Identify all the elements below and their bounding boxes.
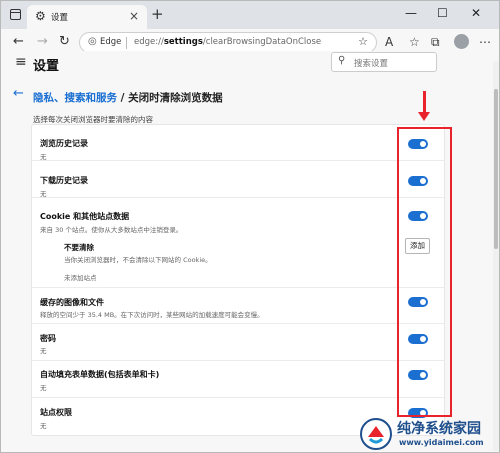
row-desc: 无 xyxy=(40,347,47,355)
gear-icon: ⚙ xyxy=(35,9,46,23)
url-text: edge://settings/clearBrowsingDataOnClose xyxy=(134,37,322,47)
read-aloud-icon[interactable]: A xyxy=(385,35,393,49)
row-browsing-history: 浏览历史记录 无 xyxy=(32,125,444,161)
more-menu-icon[interactable]: ⋯ xyxy=(479,35,491,49)
row-passwords: 密码 无 xyxy=(32,324,444,361)
scrollbar[interactable] xyxy=(493,61,499,451)
new-tab-icon[interactable]: + xyxy=(151,5,164,23)
row-desc: 无 xyxy=(40,422,47,430)
row-title: 浏览历史记录 xyxy=(40,139,88,148)
breadcrumb-separator: / xyxy=(117,92,129,104)
row-autofill: 自动填充表单数据(包括表单和卡) 无 xyxy=(32,361,444,398)
watermark-url: www.yidaimei.com xyxy=(399,438,484,447)
address-divider xyxy=(126,37,127,49)
search-icon: ⚲ xyxy=(338,55,346,66)
close-window-icon[interactable]: ✕ xyxy=(471,6,481,20)
tab-strip: ⚙ 设置 × + — ☐ ✕ xyxy=(1,1,499,29)
page-title: 设置 xyxy=(33,59,60,74)
annotation-box xyxy=(397,127,452,417)
profile-avatar[interactable] xyxy=(454,34,469,49)
row-desc: 无 xyxy=(40,384,47,392)
search-input[interactable]: ⚲ 搜索设置 xyxy=(331,52,437,72)
row-title: 密码 xyxy=(40,334,56,343)
breadcrumb-current: 关闭时清除浏览数据 xyxy=(128,92,223,104)
back-icon[interactable]: ← xyxy=(13,34,24,49)
exceptions-empty: 未添加站点 xyxy=(64,274,97,282)
close-tab-icon[interactable]: × xyxy=(129,9,139,23)
row-desc: 无 xyxy=(40,190,47,198)
refresh-icon[interactable]: ↻ xyxy=(59,34,70,49)
edge-icon: ◎ xyxy=(88,36,97,47)
breadcrumb-parent[interactable]: 隐私、搜索和服务 xyxy=(33,92,117,104)
watermark: 纯净系统家园 www.yidaimei.com xyxy=(359,415,500,453)
row-title: 下载历史记录 xyxy=(40,176,88,185)
maximize-icon[interactable]: ☐ xyxy=(437,6,448,20)
row-cookies: Cookie 和其他站点数据 来自 30 个站点。使你从大多数站点中注销登录。 … xyxy=(32,198,444,288)
row-desc: 无 xyxy=(40,153,47,161)
scrollbar-thumb[interactable] xyxy=(494,89,498,249)
browser-window: ⚙ 设置 × + — ☐ ✕ ← → ↻ ◎ Edge edge://setti… xyxy=(0,0,500,453)
row-download-history: 下载历史记录 无 xyxy=(32,161,444,198)
row-title: 缓存的图像和文件 xyxy=(40,298,104,307)
forward-icon[interactable]: → xyxy=(37,34,48,49)
menu-icon[interactable]: ≡ xyxy=(15,54,27,70)
back-arrow-icon[interactable]: ← xyxy=(13,86,24,101)
address-bar[interactable]: ◎ Edge edge://settings/clearBrowsingData… xyxy=(79,32,377,53)
exceptions-title: 不要清除 xyxy=(64,243,94,252)
watermark-logo-icon xyxy=(360,418,392,450)
row-desc: 来自 30 个站点。使你从大多数站点中注销登录。 xyxy=(40,226,183,234)
row-cached-images: 缓存的图像和文件 释放的空间少于 35.4 MB。在下次访问时，某些网站的加载速… xyxy=(32,288,444,324)
search-placeholder: 搜索设置 xyxy=(354,59,389,69)
settings-header: ≡ 设置 ⚲ 搜索设置 xyxy=(1,51,499,77)
row-title: 站点权限 xyxy=(40,408,72,417)
favorite-star-icon[interactable]: ☆ xyxy=(358,35,368,48)
collections-icon[interactable]: ⧉ xyxy=(431,35,440,50)
row-desc: 释放的空间少于 35.4 MB。在下次访问时，某些网站的加载速度可能会变慢。 xyxy=(40,311,264,319)
settings-card: 浏览历史记录 无 下载历史记录 无 Cookie 和其他站点数据 来自 30 个… xyxy=(31,124,445,436)
tab-settings[interactable]: ⚙ 设置 × xyxy=(27,5,147,29)
favorites-icon[interactable]: ☆ xyxy=(409,35,420,49)
minimize-icon[interactable]: — xyxy=(405,6,417,20)
watermark-title: 纯净系统家园 xyxy=(397,421,481,437)
tab-title: 设置 xyxy=(51,13,69,23)
exceptions-desc: 当你关闭浏览器时，不会清除以下网站的 Cookie。 xyxy=(64,256,212,264)
site-name: Edge xyxy=(100,37,122,47)
row-title: Cookie 和其他站点数据 xyxy=(40,212,130,221)
row-title: 自动填充表单数据(包括表单和卡) xyxy=(40,370,160,379)
annotation-arrow-head xyxy=(418,112,430,121)
breadcrumb: 隐私、搜索和服务 / 关闭时清除浏览数据 xyxy=(33,90,223,105)
window-menu-icon[interactable] xyxy=(10,9,21,20)
